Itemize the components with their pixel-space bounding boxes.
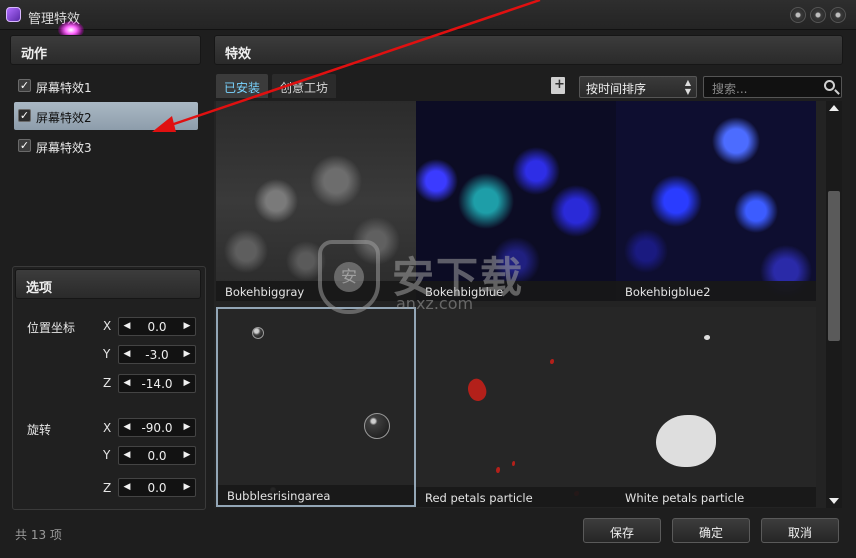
action-item-label: 屏幕特效1 [36,81,92,95]
position-label: 位置坐标 [27,321,76,335]
decrement-icon[interactable]: ◀ [120,376,134,391]
increment-icon[interactable]: ▶ [180,347,194,362]
options-header: 选项 [15,269,201,299]
scroll-down-icon[interactable] [829,498,839,504]
tab-workshop[interactable]: 创意工坊 [272,74,337,98]
effect-tile-bokehbiggray[interactable]: Bokehbiggray [216,101,416,301]
ok-button[interactable]: 确定 [672,518,750,543]
effect-name: Bubblesrisingarea [218,485,414,505]
action-item-3[interactable]: ✓ 屏幕特效3 [14,132,198,160]
rotation-y-stepper[interactable]: ◀ 0.0 ▶ [118,446,196,465]
effect-tile-bubblesrisingarea[interactable]: Bubblesrisingarea [216,307,416,507]
close-button[interactable] [830,7,846,23]
add-file-icon[interactable] [551,77,565,94]
rotation-y-value[interactable]: 0.0 [133,449,181,463]
position-y-stepper[interactable]: ◀ -3.0 ▶ [118,345,196,364]
options-panel: 选项 位置坐标 X Y Z ◀ 0.0 ▶ ◀ -3.0 ▶ ◀ -14.0 ▶… [12,266,206,510]
tab-installed[interactable]: 已安装 [216,74,269,98]
petal-icon [656,415,716,467]
sort-value: 按时间排序 [586,82,647,96]
position-x-value[interactable]: 0.0 [133,320,181,334]
position-y-value[interactable]: -3.0 [133,348,181,362]
rotation-x-label: X [103,421,112,435]
decrement-icon[interactable]: ◀ [120,480,134,495]
decrement-icon[interactable]: ◀ [120,448,134,463]
rotation-x-value[interactable]: -90.0 [133,421,181,435]
effects-scrollbar[interactable] [826,101,842,508]
effect-tile-red-petals-particle[interactable]: Red petals particle [416,307,616,507]
action-item-label: 屏幕特效2 [36,111,92,125]
increment-icon[interactable]: ▶ [180,448,194,463]
effect-name: White petals particle [616,487,816,507]
position-z-stepper[interactable]: ◀ -14.0 ▶ [118,374,196,393]
bubble-icon [252,327,264,339]
checkbox-3[interactable]: ✓ [18,139,31,152]
save-button[interactable]: 保存 [583,518,661,543]
actions-list: ✓ 屏幕特效1 ✓ 屏幕特效2 ✓ 屏幕特效3 [8,64,206,260]
effect-tile-white-petals-particle[interactable]: White petals particle [616,307,816,507]
effect-name: Bokehbigblue2 [616,281,816,301]
effect-name: Bokehbiggray [216,281,416,301]
search-input[interactable]: 搜索... [703,76,842,98]
effects-grid: Bokehbiggray Bokehbigblue Bokehbigblue2 … [214,101,826,508]
increment-icon[interactable]: ▶ [180,420,194,435]
actions-header: 动作 [10,35,201,65]
increment-icon[interactable]: ▶ [180,480,194,495]
petal-icon [496,467,500,473]
position-x-label: X [103,319,112,333]
position-z-label: Z [103,376,112,390]
effect-tile-bokehbigblue2[interactable]: Bokehbigblue2 [616,101,816,301]
scroll-up-icon[interactable] [829,105,839,111]
app-logo-icon [6,7,21,22]
sort-dropdown[interactable]: 按时间排序 ▲ ▼ [579,76,697,98]
search-icon[interactable] [824,80,835,91]
rotation-z-value[interactable]: 0.0 [133,481,181,495]
decrement-icon[interactable]: ◀ [120,347,134,362]
effect-name: Bokehbigblue [416,281,616,301]
effect-name: Red petals particle [416,487,616,507]
minimize-button[interactable] [790,7,806,23]
petal-icon [512,461,515,466]
position-z-value[interactable]: -14.0 [133,377,181,391]
petal-icon [463,375,491,405]
cancel-button[interactable]: 取消 [761,518,839,543]
petal-icon [550,359,554,364]
checkbox-1[interactable]: ✓ [18,79,31,92]
bubble-icon [364,413,390,439]
item-count: 共 13 项 [15,528,62,542]
rotation-label: 旋转 [27,423,52,437]
maximize-button[interactable] [810,7,826,23]
updown-arrows-icon: ▲ ▼ [684,78,691,96]
title-bar: 管理特效 [0,0,856,39]
scroll-thumb[interactable] [828,191,840,341]
action-item-2[interactable]: ✓ 屏幕特效2 [14,102,198,130]
rotation-z-stepper[interactable]: ◀ 0.0 ▶ [118,478,196,497]
rotation-y-label: Y [103,448,111,462]
position-y-label: Y [103,347,111,361]
rotation-z-label: Z [103,481,112,495]
increment-icon[interactable]: ▶ [180,376,194,391]
effect-tile-bokehbigblue[interactable]: Bokehbigblue [416,101,616,301]
search-placeholder: 搜索... [712,82,748,96]
action-item-label: 屏幕特效3 [36,141,92,155]
increment-icon[interactable]: ▶ [180,319,194,334]
action-item-1[interactable]: ✓ 屏幕特效1 [14,72,198,100]
rotation-x-stepper[interactable]: ◀ -90.0 ▶ [118,418,196,437]
decrement-icon[interactable]: ◀ [120,319,134,334]
position-x-stepper[interactable]: ◀ 0.0 ▶ [118,317,196,336]
decrement-icon[interactable]: ◀ [120,420,134,435]
petal-icon [704,335,710,340]
effects-header: 特效 [214,35,843,65]
checkbox-2[interactable]: ✓ [18,109,31,122]
